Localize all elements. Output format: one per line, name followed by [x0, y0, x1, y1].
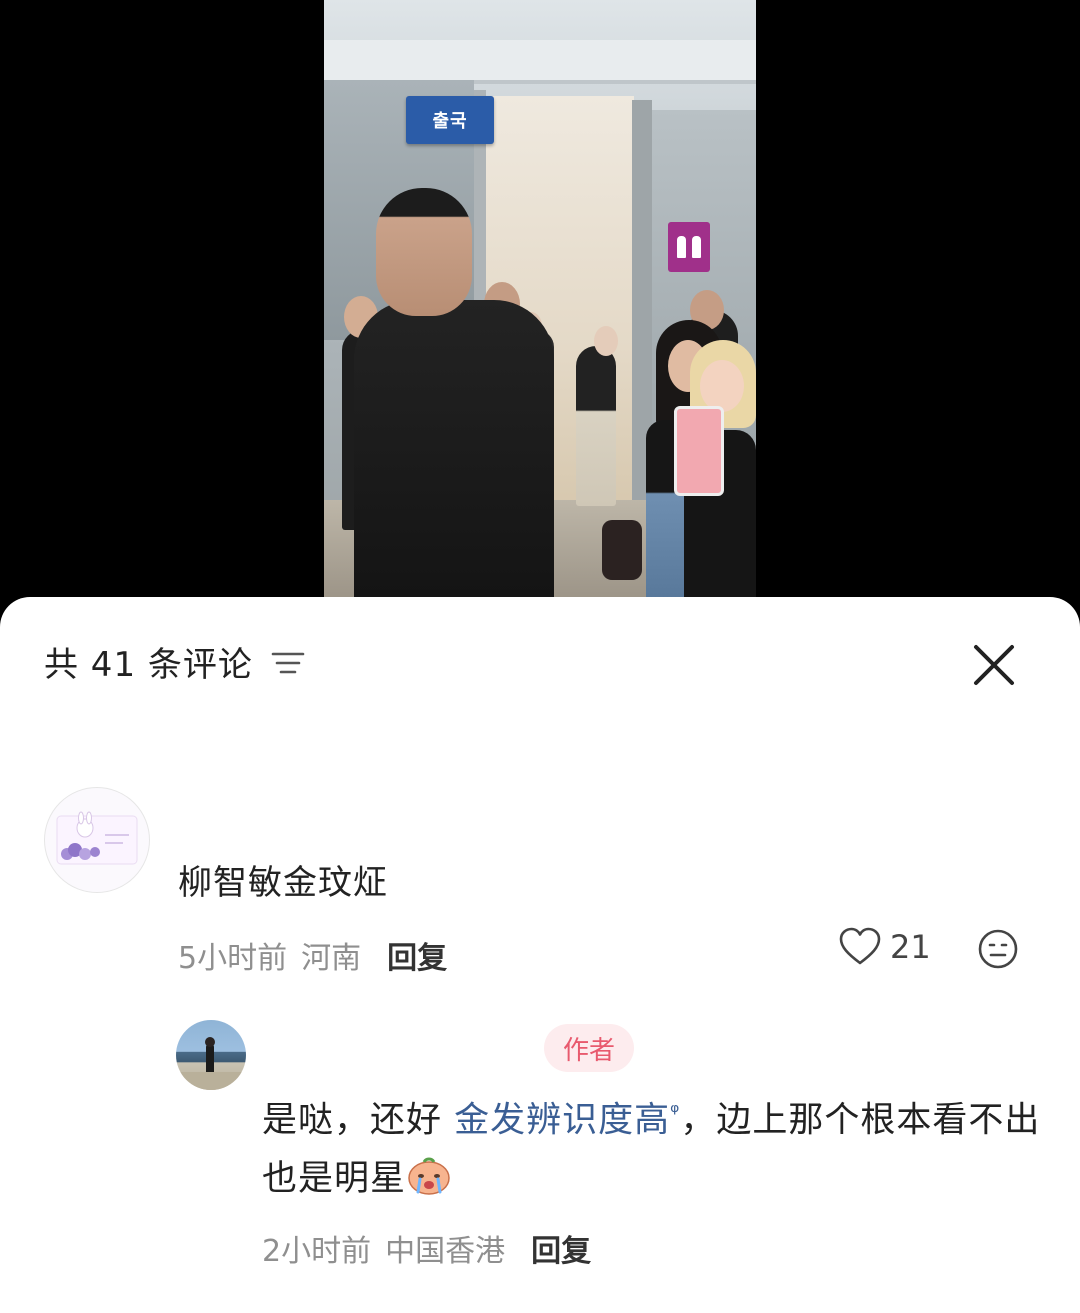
- departure-sign: 출국: [406, 96, 494, 144]
- handbag: [602, 520, 642, 580]
- video-frame[interactable]: 출국: [324, 0, 756, 600]
- crying-peach-sticker-icon: [408, 1157, 450, 1195]
- comments-sheet: 共 41 条评论 柳智敏金玟炡 5小时前 河南 回复 21 作者 是哒，还好 金…: [0, 597, 1080, 1313]
- comment-time: 5小时前: [178, 941, 288, 976]
- reply-button[interactable]: 回复: [387, 941, 447, 976]
- blonde-woman-face: [700, 360, 744, 412]
- reply-location: 中国香港: [385, 1234, 506, 1269]
- reply-item: 作者 是哒，还好 金发辨识度高ᵠ，边上那个根本看不出也是明星 2小时前 中国香港回…: [176, 1020, 1039, 1310]
- bunny-flowers-avatar-icon: [56, 811, 138, 865]
- reply-text: 是哒，还好 金发辨识度高ᵠ，边上那个根本看不出也是明星: [262, 1084, 1042, 1208]
- author-badge: 作者: [544, 1024, 634, 1072]
- reply-text-part: 是哒，还好: [262, 1100, 455, 1141]
- background-person-head: [594, 326, 618, 356]
- comment-location: 河南: [301, 941, 362, 976]
- restroom-sign-icon: [668, 222, 710, 272]
- search-keyword-link[interactable]: 金发辨识度高: [454, 1101, 670, 1141]
- security-guard-body: [354, 300, 554, 600]
- reply-meta: 2小时前 中国香港 回复: [262, 1226, 591, 1270]
- video-player-area[interactable]: 출국: [0, 0, 1080, 620]
- scenic-avatar-icon: [176, 1037, 246, 1090]
- background-person: [576, 346, 616, 506]
- close-x-icon[interactable]: [964, 635, 1024, 695]
- comment-username[interactable]: 柳智敏金玟炡: [178, 855, 388, 904]
- reply-time: 2小时前: [262, 1234, 372, 1269]
- security-guard-head: [376, 188, 472, 316]
- avatar[interactable]: [176, 1020, 246, 1090]
- reply-button[interactable]: 回复: [531, 1234, 591, 1269]
- avatar[interactable]: [44, 787, 150, 893]
- sort-lines-icon[interactable]: [271, 650, 305, 676]
- phone-in-hand: [674, 406, 724, 496]
- search-mark-icon[interactable]: ᵠ: [670, 1100, 680, 1125]
- comments-header: 共 41 条评论: [44, 631, 1036, 691]
- smiley-face-icon[interactable]: [976, 927, 1020, 971]
- comment-item: 柳智敏金玟炡 5小时前 河南 回复 21: [44, 787, 1044, 987]
- comments-count-title: 共 41 条评论: [44, 644, 253, 685]
- heart-outline-icon: [839, 927, 881, 965]
- comment-meta: 5小时前 河南 回复: [178, 933, 447, 977]
- like-button[interactable]: 21: [838, 927, 931, 967]
- like-count: 21: [890, 928, 931, 966]
